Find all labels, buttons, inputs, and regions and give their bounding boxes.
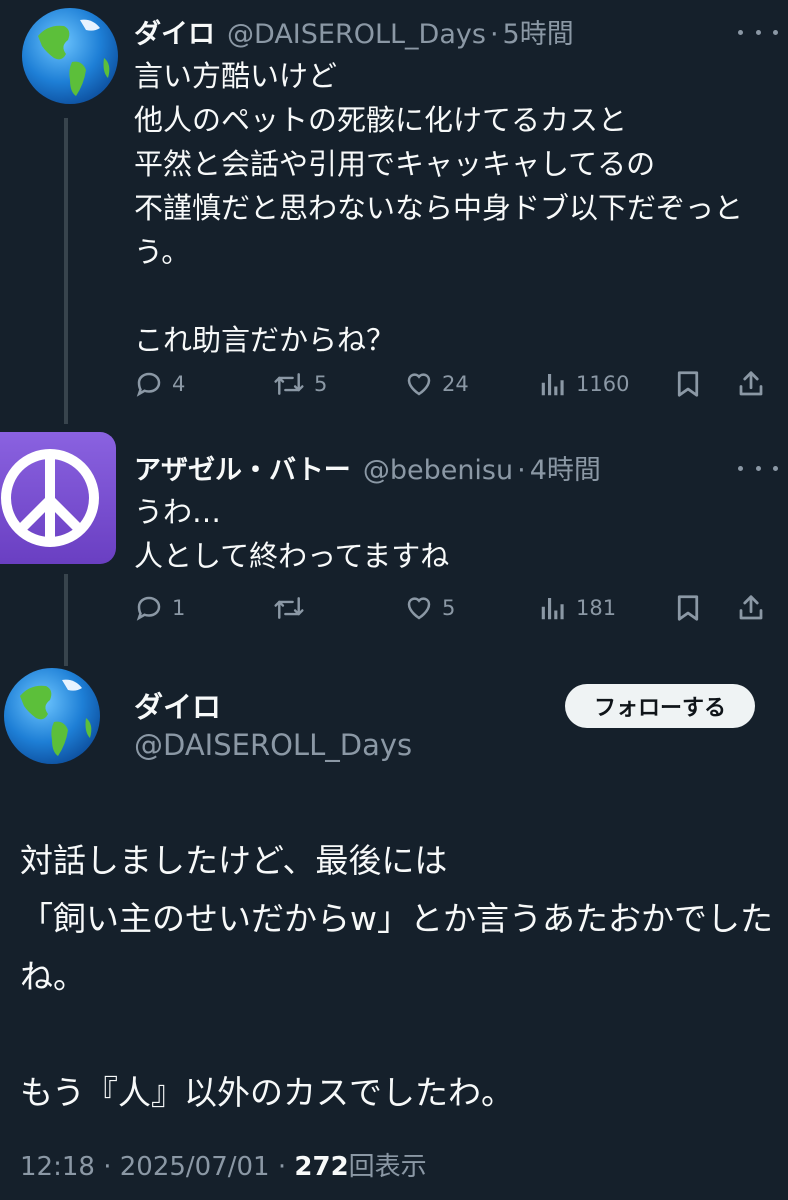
reply-icon — [136, 596, 161, 621]
tweet-2-author-handle[interactable]: @bebenisu — [363, 455, 513, 486]
tweet-1-text: 言い方酷いけど 他人のペットの死骸に化けてるカスと 平然と会話や引用でキャッキャ… — [134, 59, 744, 357]
repost-icon — [274, 373, 304, 395]
thread-line-1 — [64, 118, 68, 424]
reply-count: 4 — [172, 372, 186, 396]
views-count: 181 — [576, 596, 617, 620]
views-icon — [541, 598, 564, 620]
tweet-meta: 12:18 · 2025/07/01 · 272回表示 — [20, 1146, 427, 1183]
like-button[interactable]: 24 — [404, 364, 469, 404]
tweet-2-actions: 1 5 181 — [134, 588, 774, 628]
follow-button[interactable]: フォローする — [565, 684, 755, 728]
tweet-1-author-name[interactable]: ダイロ — [134, 12, 215, 51]
share-button[interactable] — [736, 364, 766, 404]
repost-button[interactable] — [272, 588, 314, 628]
like-count: 5 — [442, 596, 456, 620]
thread-line-2 — [64, 574, 68, 666]
bookmark-button[interactable] — [674, 588, 702, 628]
meta-separator: · — [94, 1152, 120, 1182]
heart-icon — [407, 373, 431, 396]
tweet-2-text: うわ… 人として終わってますね — [134, 495, 450, 573]
tweet-2-header: アザゼル・バトー @bebenisu · 4時間 — [134, 448, 601, 487]
reply-icon — [136, 372, 161, 397]
repost-icon — [274, 597, 304, 619]
more-icon[interactable] — [738, 458, 778, 478]
avatar-peace-symbol-icon[interactable] — [0, 432, 116, 564]
tweet-time[interactable]: 12:18 — [20, 1152, 95, 1182]
reply-button[interactable]: 4 — [134, 364, 185, 404]
tweet-1-header: ダイロ @DAISEROLL_Days · 5時間 — [134, 12, 574, 51]
reply-count: 1 — [172, 596, 186, 620]
like-button[interactable]: 5 — [404, 588, 455, 628]
meta-separator: · — [269, 1152, 295, 1182]
repost-count: 5 — [314, 372, 328, 396]
share-icon — [739, 595, 763, 620]
view-count-label: 回表示 — [348, 1152, 427, 1182]
bookmark-button[interactable] — [674, 364, 702, 404]
views-icon — [541, 374, 564, 396]
tweet-1-author-handle[interactable]: @DAISEROLL_Days — [227, 19, 486, 50]
share-button[interactable] — [736, 588, 766, 628]
tweet-2-author-name[interactable]: アザゼル・バトー — [134, 448, 351, 487]
tweet-2-separator: · — [517, 455, 526, 486]
more-icon[interactable] — [738, 22, 778, 42]
main-author-handle[interactable]: @DAISEROLL_Days — [134, 728, 412, 762]
views-count: 1160 — [576, 372, 630, 396]
views-button[interactable]: 181 — [538, 588, 616, 628]
repost-button[interactable]: 5 — [272, 364, 327, 404]
tweet-1-actions: 4 5 24 1160 — [134, 364, 774, 404]
tweet-1-separator: · — [489, 19, 499, 50]
avatar-globe-icon[interactable] — [20, 6, 120, 106]
share-icon — [739, 371, 763, 396]
tweet-1-time[interactable]: 5時間 — [503, 12, 574, 51]
main-tweet-text: 対話しましたけど、最後には 「飼い主のせいだからw」とか言うあたおかでしたね。 … — [20, 841, 773, 1112]
main-author-name[interactable]: ダイロ — [134, 684, 221, 726]
bookmark-icon — [677, 595, 699, 621]
tweet-2-time[interactable]: 4時間 — [530, 448, 601, 487]
like-count: 24 — [442, 372, 469, 396]
bookmark-icon — [677, 371, 699, 397]
reply-button[interactable]: 1 — [134, 588, 185, 628]
tweet-date[interactable]: 2025/07/01 — [120, 1152, 270, 1182]
views-button[interactable]: 1160 — [538, 364, 629, 404]
view-count: 272 — [294, 1152, 349, 1182]
heart-icon — [407, 597, 431, 620]
avatar-globe-icon[interactable] — [2, 666, 102, 766]
